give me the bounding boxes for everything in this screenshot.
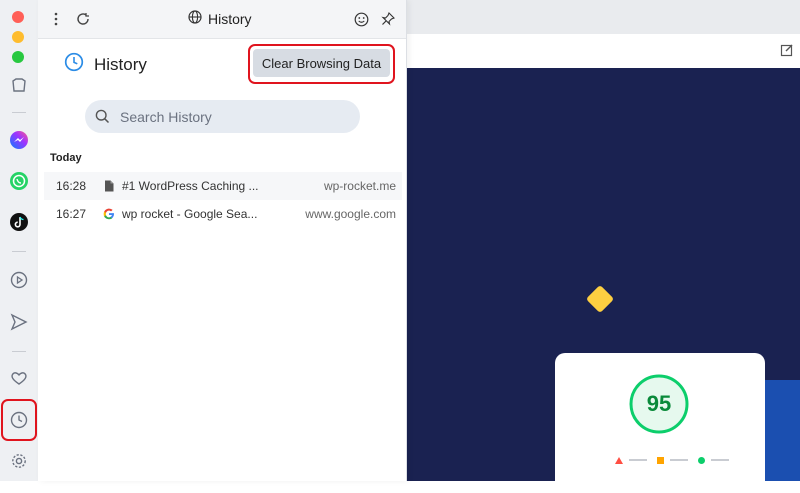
- entry-domain: wp-rocket.me: [323, 179, 396, 193]
- page-blue-band: [762, 380, 800, 481]
- globe-icon: [188, 10, 202, 27]
- tiktok-icon[interactable]: [8, 211, 30, 233]
- pagespeed-score-card: 95: [555, 353, 765, 493]
- whatsapp-icon[interactable]: [8, 170, 30, 192]
- google-icon: [102, 207, 116, 221]
- entry-time: 16:27: [56, 207, 87, 221]
- close-window-button[interactable]: [12, 11, 24, 23]
- score-legend: [615, 455, 729, 465]
- search-history-field[interactable]: [85, 100, 360, 133]
- document-icon: [102, 179, 116, 193]
- header-title-text: History: [208, 10, 252, 27]
- send-icon[interactable]: [8, 311, 30, 333]
- history-entry[interactable]: 16:28 #1 WordPress Caching ... wp-rocket…: [44, 172, 402, 200]
- history-title-row: History: [64, 52, 147, 77]
- more-options-icon[interactable]: [45, 8, 67, 30]
- browser-tab-strip: [406, 0, 800, 34]
- average-square-icon: [657, 456, 664, 464]
- entry-title: wp rocket - Google Sea...: [122, 207, 258, 221]
- entry-domain: www.google.com: [305, 207, 396, 221]
- history-title: History: [94, 54, 147, 74]
- fail-triangle-icon: [615, 456, 623, 464]
- panel-header: History: [38, 0, 406, 39]
- clear-button-highlight: [248, 44, 395, 84]
- legend-line: [670, 459, 688, 461]
- reload-icon[interactable]: [72, 8, 94, 30]
- panel-header-title: History: [188, 10, 252, 27]
- history-group-today: Today: [50, 152, 82, 164]
- sidebar-divider: [12, 112, 26, 113]
- score-value: 95: [646, 391, 672, 416]
- edit-icon[interactable]: [780, 43, 794, 62]
- shirt-icon[interactable]: [8, 74, 30, 96]
- pass-circle-icon: [698, 456, 705, 464]
- minimize-window-button[interactable]: [12, 31, 24, 43]
- legend-line: [711, 459, 729, 461]
- entry-time: 16:28: [56, 179, 87, 193]
- emoji-icon[interactable]: [350, 8, 372, 30]
- search-icon: [95, 109, 110, 124]
- legend-line: [629, 459, 647, 461]
- pin-icon[interactable]: [377, 8, 399, 30]
- play-icon[interactable]: [8, 269, 30, 291]
- settings-gear-icon[interactable]: [8, 450, 30, 472]
- browser-address-bar[interactable]: [406, 34, 800, 69]
- zoom-window-button[interactable]: [12, 51, 24, 63]
- history-button-highlight: [1, 399, 37, 441]
- history-panel: History History Clear Browsing Data Toda…: [38, 0, 407, 481]
- heart-icon[interactable]: [8, 367, 30, 389]
- sidebar-divider: [12, 251, 26, 252]
- messenger-icon[interactable]: [8, 129, 30, 151]
- history-entry[interactable]: 16:27 wp rocket - Google Sea... www.goog…: [44, 200, 402, 228]
- search-input[interactable]: [118, 107, 342, 126]
- sidebar-divider: [12, 351, 26, 352]
- entry-title: #1 WordPress Caching ...: [122, 179, 259, 193]
- history-clock-icon: [64, 52, 84, 77]
